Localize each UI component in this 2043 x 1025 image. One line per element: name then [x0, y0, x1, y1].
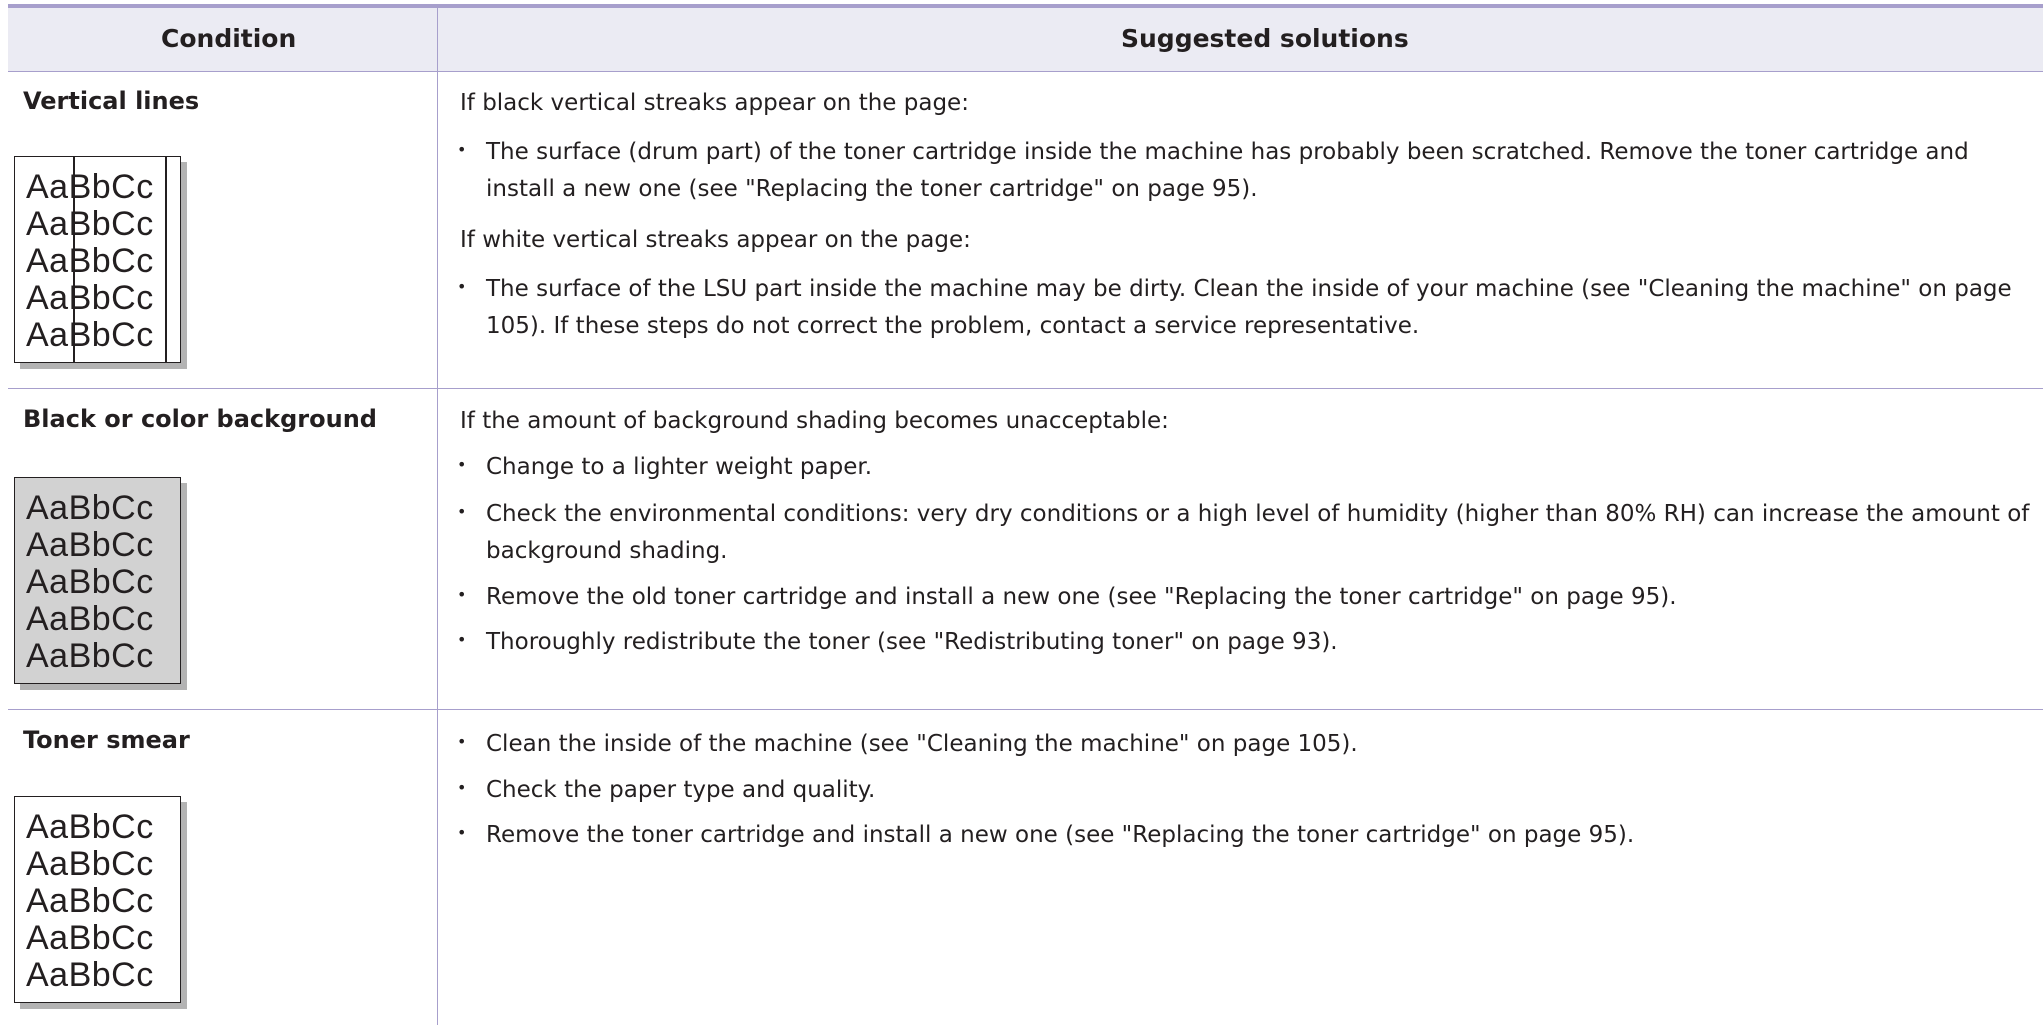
vertical-lines-solution-1: The surface (drum part) of the toner car… [486, 139, 1969, 202]
toner-smear-solution-1: Clean the inside of the machine (see "Cl… [486, 731, 1358, 757]
troubleshooting-table: Condition Suggested solutions Vertical l… [8, 4, 2043, 1025]
vertical-lines-intro-white: If white vertical streaks appear on the … [460, 227, 971, 253]
background-solution-2: Check the environmental conditions: very… [486, 501, 2030, 564]
toner-smear-sample-image: AaBbCc AaBbCc AaBbCc AaBbCc AaBbCc [14, 796, 194, 1016]
condition-column-header: Condition [161, 24, 297, 53]
shaded-background-sample-image: AaBbCc AaBbCc AaBbCc AaBbCc AaBbCc [14, 477, 194, 697]
bullet-icon: • [457, 585, 467, 604]
vertical-lines-sample-image: AaBbCc AaBbCc AaBbCc AaBbCc AaBbCc [14, 156, 194, 376]
condition-title-toner-smear: Toner smear [23, 726, 190, 754]
bullet-icon: • [457, 732, 467, 751]
header-bottom-rule [8, 71, 2043, 72]
column-divider [437, 8, 438, 1025]
bullet-icon: • [457, 277, 467, 296]
row-divider [8, 388, 2043, 389]
row-divider [8, 709, 2043, 710]
bullet-icon: • [457, 140, 467, 159]
condition-title-black-background: Black or color background [23, 405, 377, 433]
condition-title-vertical-lines: Vertical lines [23, 87, 200, 115]
vertical-lines-intro-black: If black vertical streaks appear on the … [460, 90, 969, 116]
bullet-icon: • [457, 778, 467, 797]
toner-smear-solution-2: Check the paper type and quality. [486, 777, 876, 803]
background-solution-1: Change to a lighter weight paper. [486, 454, 873, 480]
background-solution-3: Remove the old toner cartridge and insta… [486, 584, 1677, 610]
bullet-icon: • [457, 455, 467, 474]
bullet-icon: • [457, 823, 467, 842]
background-solution-4: Thoroughly redistribute the toner (see "… [486, 629, 1338, 655]
bullet-icon: • [457, 502, 467, 521]
toner-smear-solution-3: Remove the toner cartridge and install a… [486, 822, 1635, 848]
vertical-lines-solution-2: The surface of the LSU part inside the m… [486, 276, 2012, 339]
solutions-column-header: Suggested solutions [1121, 24, 1409, 53]
header-cell-condition: Condition [8, 8, 437, 71]
bullet-icon: • [457, 630, 467, 649]
header-cell-solutions: Suggested solutions [438, 8, 2043, 71]
background-shading-intro: If the amount of background shading beco… [460, 408, 1169, 434]
